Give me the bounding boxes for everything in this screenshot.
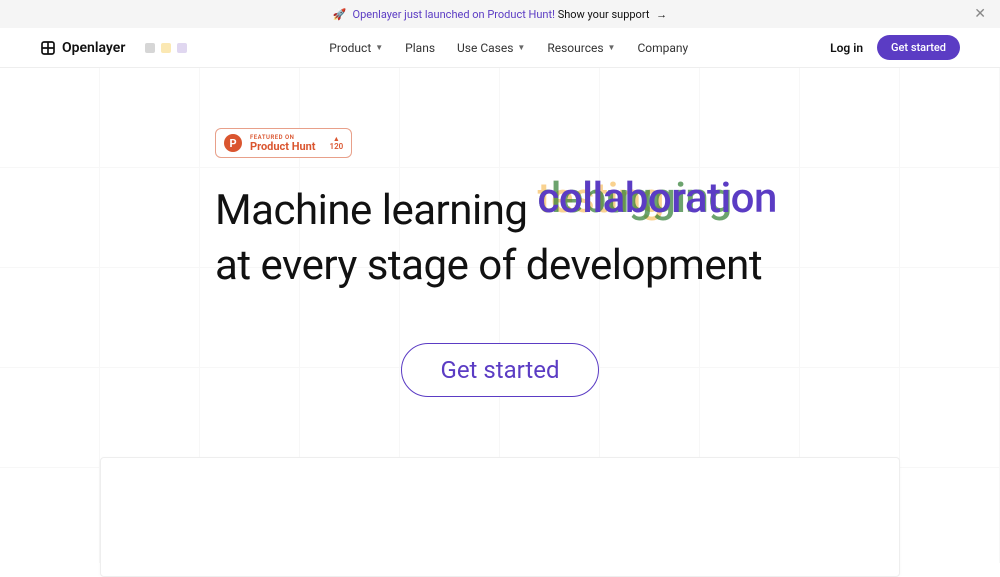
ph-upvote: ▲ 120 bbox=[330, 136, 344, 151]
nav-company[interactable]: Company bbox=[637, 41, 688, 55]
openlayer-logo-icon bbox=[40, 40, 56, 56]
arrow-right-icon: → bbox=[656, 8, 667, 21]
brand-logo[interactable]: Openlayer bbox=[40, 40, 125, 56]
chevron-down-icon: ▼ bbox=[608, 43, 616, 52]
hero-headline: Machine learning testing debugging colla… bbox=[215, 172, 1000, 293]
nav-product-label: Product bbox=[329, 41, 371, 55]
nav-use-cases[interactable]: Use Cases ▼ bbox=[457, 41, 525, 55]
rocket-icon: 🚀 bbox=[333, 8, 347, 21]
headline-line-2: at every stage of development bbox=[215, 239, 1000, 294]
nav-product[interactable]: Product ▼ bbox=[329, 41, 383, 55]
headline-word-1: collaboration bbox=[537, 172, 776, 227]
login-link[interactable]: Log in bbox=[830, 41, 863, 55]
banner-text-purple: Openlayer just launched on Product Hunt! bbox=[353, 8, 555, 21]
site-header: Openlayer Product ▼ Plans Use Cases ▼ Re… bbox=[0, 28, 1000, 68]
product-hunt-badge[interactable]: P FEATURED ON Product Hunt ▲ 120 bbox=[215, 128, 352, 158]
hero-cta: Get started bbox=[0, 343, 1000, 397]
headline-line-1: Machine learning testing debugging colla… bbox=[215, 172, 1000, 239]
get-started-button[interactable]: Get started bbox=[877, 35, 960, 60]
content-card bbox=[100, 457, 900, 577]
announcement-banner: 🚀 Openlayer just launched on Product Hun… bbox=[0, 0, 1000, 28]
chevron-down-icon: ▼ bbox=[375, 43, 383, 52]
product-hunt-text: FEATURED ON Product Hunt bbox=[250, 135, 316, 152]
product-hunt-icon: P bbox=[224, 134, 242, 152]
partner-logo-2 bbox=[161, 43, 171, 53]
chevron-down-icon: ▼ bbox=[517, 43, 525, 52]
close-icon[interactable]: ✕ bbox=[974, 6, 986, 22]
hero-get-started-button[interactable]: Get started bbox=[401, 343, 598, 397]
nav-right: Log in Get started bbox=[830, 35, 960, 60]
partner-logos bbox=[145, 43, 187, 53]
partner-logo-1 bbox=[145, 43, 155, 53]
main-nav: Product ▼ Plans Use Cases ▼ Resources ▼ … bbox=[187, 41, 830, 55]
nav-use-cases-label: Use Cases bbox=[457, 41, 513, 55]
headline-prefix: Machine learning bbox=[215, 184, 527, 239]
partner-logo-3 bbox=[177, 43, 187, 53]
banner-text-dark: Show your support bbox=[558, 8, 650, 21]
brand-name: Openlayer bbox=[62, 40, 125, 56]
nav-plans[interactable]: Plans bbox=[405, 41, 435, 55]
nav-resources-label: Resources bbox=[547, 41, 603, 55]
hero-section: P FEATURED ON Product Hunt ▲ 120 Machine… bbox=[0, 68, 1000, 577]
nav-plans-label: Plans bbox=[405, 41, 435, 55]
banner-link[interactable]: Openlayer just launched on Product Hunt!… bbox=[353, 8, 668, 21]
nav-resources[interactable]: Resources ▼ bbox=[547, 41, 615, 55]
ph-upvote-count: 120 bbox=[330, 143, 344, 151]
ph-name-label: Product Hunt bbox=[250, 141, 316, 152]
nav-company-label: Company bbox=[637, 41, 688, 55]
